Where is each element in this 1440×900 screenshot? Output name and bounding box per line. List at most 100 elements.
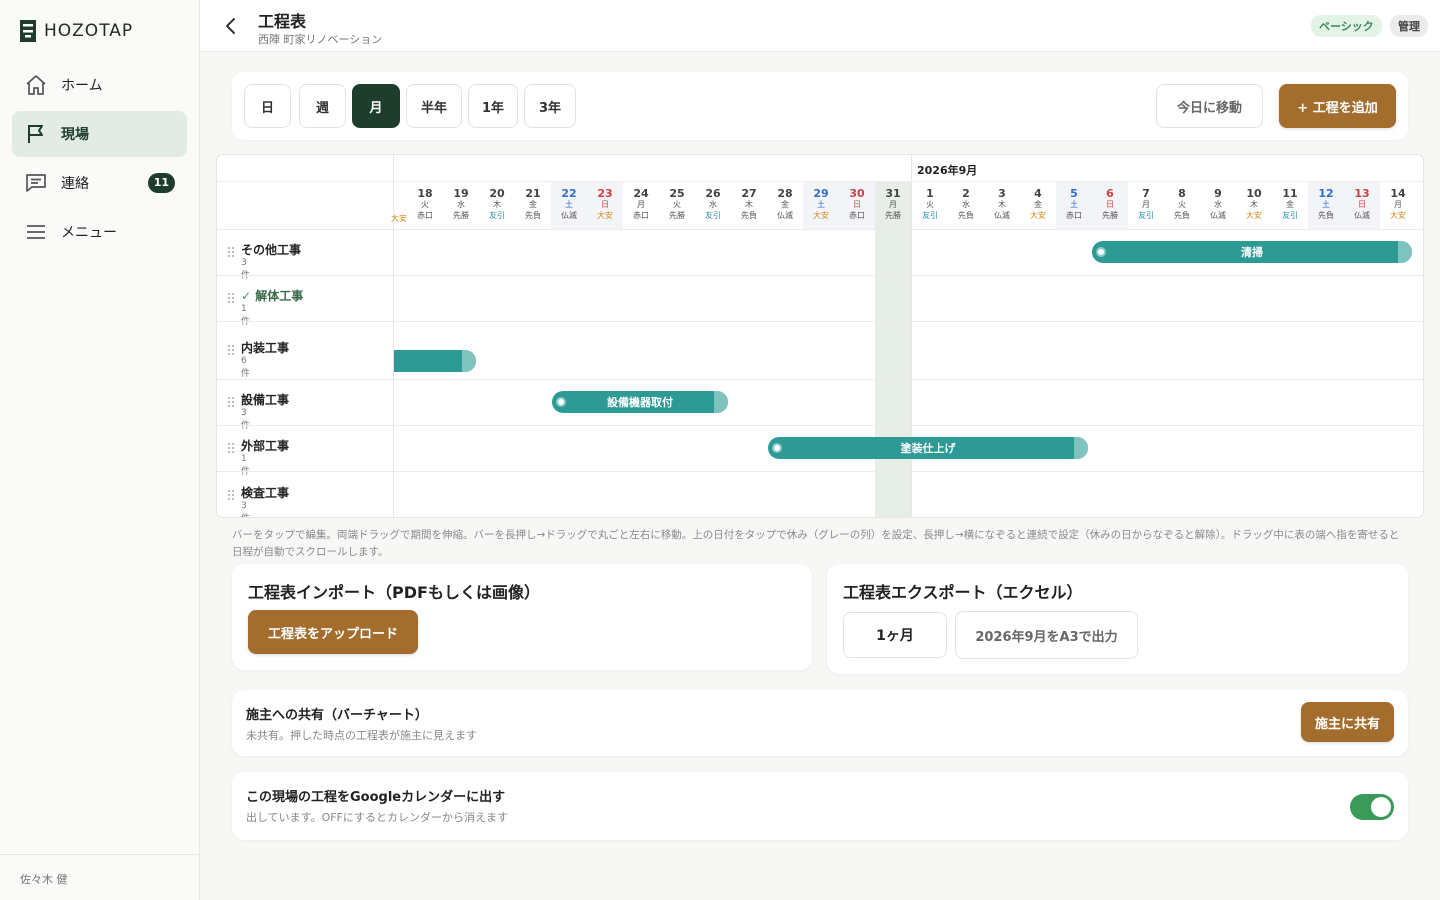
day-header-cell[interactable]: 10 木大安	[1236, 182, 1272, 229]
process-bar[interactable]: 塗装仕上げ	[768, 437, 1088, 459]
day-header-cell[interactable]: 20 木友引	[479, 182, 515, 229]
bar-resize-handle[interactable]	[1096, 247, 1106, 257]
day-rokuyo: 先勝	[453, 211, 469, 220]
bar-resize-handle[interactable]	[462, 350, 476, 372]
export-period-select[interactable]: 1ヶ月	[843, 612, 947, 658]
day-rokuyo: 先負	[1174, 211, 1190, 220]
bar-resize-handle[interactable]	[1398, 241, 1412, 263]
day-weekday: 火	[673, 200, 681, 209]
day-header-cell[interactable]: 26 水友引	[695, 182, 731, 229]
day-rokuyo: 先負	[525, 211, 541, 220]
day-rokuyo: 先負	[958, 211, 974, 220]
process-bar[interactable]: 設備機器取付	[552, 391, 728, 413]
gcal-card: この現場の工程をGoogleカレンダーに出す 出しています。OFFにするとカレン…	[232, 772, 1408, 840]
day-number: 29	[813, 187, 829, 200]
day-header-cell[interactable]: 12 土先負	[1308, 182, 1344, 229]
range-button-3-years[interactable]: 3年	[524, 84, 576, 128]
day-header-cell[interactable]: 23 日大安	[587, 182, 623, 229]
day-weekday: 木	[493, 200, 501, 209]
day-number: 27	[741, 187, 757, 200]
day-rokuyo: 友引	[922, 211, 938, 220]
process-bar[interactable]: 清掃	[1092, 241, 1412, 263]
process-bar-label: 清掃	[1241, 246, 1263, 259]
day-number: 2	[962, 187, 970, 200]
day-rokuyo: 仏滅	[994, 211, 1010, 220]
row-divider	[217, 229, 1423, 230]
range-button-month[interactable]: 月	[352, 84, 400, 128]
day-header-cell[interactable]: 13 日仏滅	[1344, 182, 1380, 229]
process-name: 外部工事	[241, 439, 290, 453]
day-header-cell[interactable]: 27 木先負	[731, 182, 767, 229]
process-name-text: 解体工事	[255, 289, 304, 303]
app-logo[interactable]: HOZOTAP	[20, 20, 133, 42]
day-number: 11	[1282, 187, 1298, 200]
day-header-cell[interactable]: 22 土仏滅	[551, 182, 587, 229]
day-header-cell[interactable]: 29 土大安	[803, 182, 839, 229]
day-header-cell[interactable]: 24 月赤口	[623, 182, 659, 229]
day-header-cell[interactable]: 5 土赤口	[1056, 182, 1092, 229]
process-name: 設備工事	[241, 393, 290, 407]
range-button-half-year[interactable]: 半年	[406, 84, 462, 128]
day-number: 5	[1070, 187, 1078, 200]
day-header-cell[interactable]: 7 月友引	[1128, 182, 1164, 229]
app-name: HOZOTAP	[44, 21, 134, 41]
range-button-day[interactable]: 日	[244, 84, 291, 128]
day-header-cell[interactable]: 25 火先勝	[659, 182, 695, 229]
bar-resize-handle[interactable]	[772, 443, 782, 453]
process-bar-label: 塗装仕上げ	[900, 442, 956, 455]
import-card-title: 工程表インポート（PDFもしくは画像）	[248, 583, 540, 602]
day-number: 30	[849, 187, 865, 200]
drag-handle-icon[interactable]	[227, 442, 235, 455]
gcal-sync-toggle[interactable]	[1350, 794, 1394, 820]
range-button-1-year[interactable]: 1年	[468, 84, 518, 128]
day-header-cell[interactable]: 8 火先負	[1164, 182, 1200, 229]
day-header-cell[interactable]: 9 水仏滅	[1200, 182, 1236, 229]
export-card: 工程表エクスポート（エクセル） 1ヶ月 2026年9月をA3で出力	[827, 564, 1408, 674]
bar-resize-handle[interactable]	[714, 391, 728, 413]
range-button-week[interactable]: 週	[299, 84, 346, 128]
row-divider	[217, 425, 1423, 426]
back-button[interactable]	[220, 14, 244, 38]
day-header-cell[interactable]: 14 月大安	[1380, 182, 1416, 229]
sidebar-item-menu[interactable]: メニュー	[12, 209, 187, 255]
day-header-cell[interactable]: 1 火友引	[912, 182, 948, 229]
bar-resize-handle[interactable]	[556, 397, 566, 407]
day-rokuyo: 友引	[1282, 211, 1298, 220]
upload-schedule-button[interactable]: 工程表をアップロード	[248, 610, 418, 654]
sidebar-item-sites[interactable]: 現場	[12, 111, 187, 157]
share-with-owner-button[interactable]: 施主に共有	[1301, 702, 1394, 742]
day-weekday: 金	[1286, 200, 1294, 209]
day-header-cell[interactable]: 31 月先勝	[875, 182, 911, 229]
sidebar-item-messages[interactable]: 連絡 11	[12, 160, 187, 206]
day-number: 3	[998, 187, 1006, 200]
drag-handle-icon[interactable]	[227, 292, 235, 305]
day-number: 20	[489, 187, 505, 200]
sidebar-item-label: メニュー	[61, 225, 117, 241]
day-header-cell[interactable]: 6 日先勝	[1092, 182, 1128, 229]
export-a3-button[interactable]: 2026年9月をA3で出力	[955, 611, 1138, 659]
drag-handle-icon[interactable]	[227, 246, 235, 259]
gcal-card-status: 出しています。OFFにするとカレンダーから消えます	[246, 811, 508, 824]
add-process-button[interactable]: + 工程を追加	[1279, 84, 1396, 128]
menu-icon	[24, 220, 48, 244]
day-header-cell[interactable]: 30 日赤口	[839, 182, 875, 229]
day-header-cell[interactable]: 18 火赤口	[407, 182, 443, 229]
process-count: 3件	[241, 501, 250, 517]
day-header-cell[interactable]: 19 水先勝	[443, 182, 479, 229]
drag-handle-icon[interactable]	[227, 489, 235, 502]
bar-resize-handle[interactable]	[1074, 437, 1088, 459]
day-header-cell[interactable]: 11 金友引	[1272, 182, 1308, 229]
share-card: 施主への共有（バーチャート） 未共有。押した時点の工程表が施主に見えます 施主に…	[232, 690, 1408, 756]
sidebar-item-home[interactable]: ホーム	[12, 62, 187, 108]
jump-to-today-button[interactable]: 今日に移動	[1156, 84, 1263, 128]
drag-handle-icon[interactable]	[227, 344, 235, 357]
day-header-cell[interactable]: 28 金仏滅	[767, 182, 803, 229]
drag-handle-icon[interactable]	[227, 396, 235, 409]
toggle-knob	[1371, 797, 1391, 817]
current-user[interactable]: 佐々木 健	[0, 854, 199, 900]
day-header-cell[interactable]: 4 金大安	[1020, 182, 1056, 229]
day-header-cell[interactable]: 2 水先負	[948, 182, 984, 229]
process-bar[interactable]	[394, 350, 476, 372]
day-header-cell[interactable]: 21 金先負	[515, 182, 551, 229]
day-header-cell[interactable]: 3 木仏滅	[984, 182, 1020, 229]
